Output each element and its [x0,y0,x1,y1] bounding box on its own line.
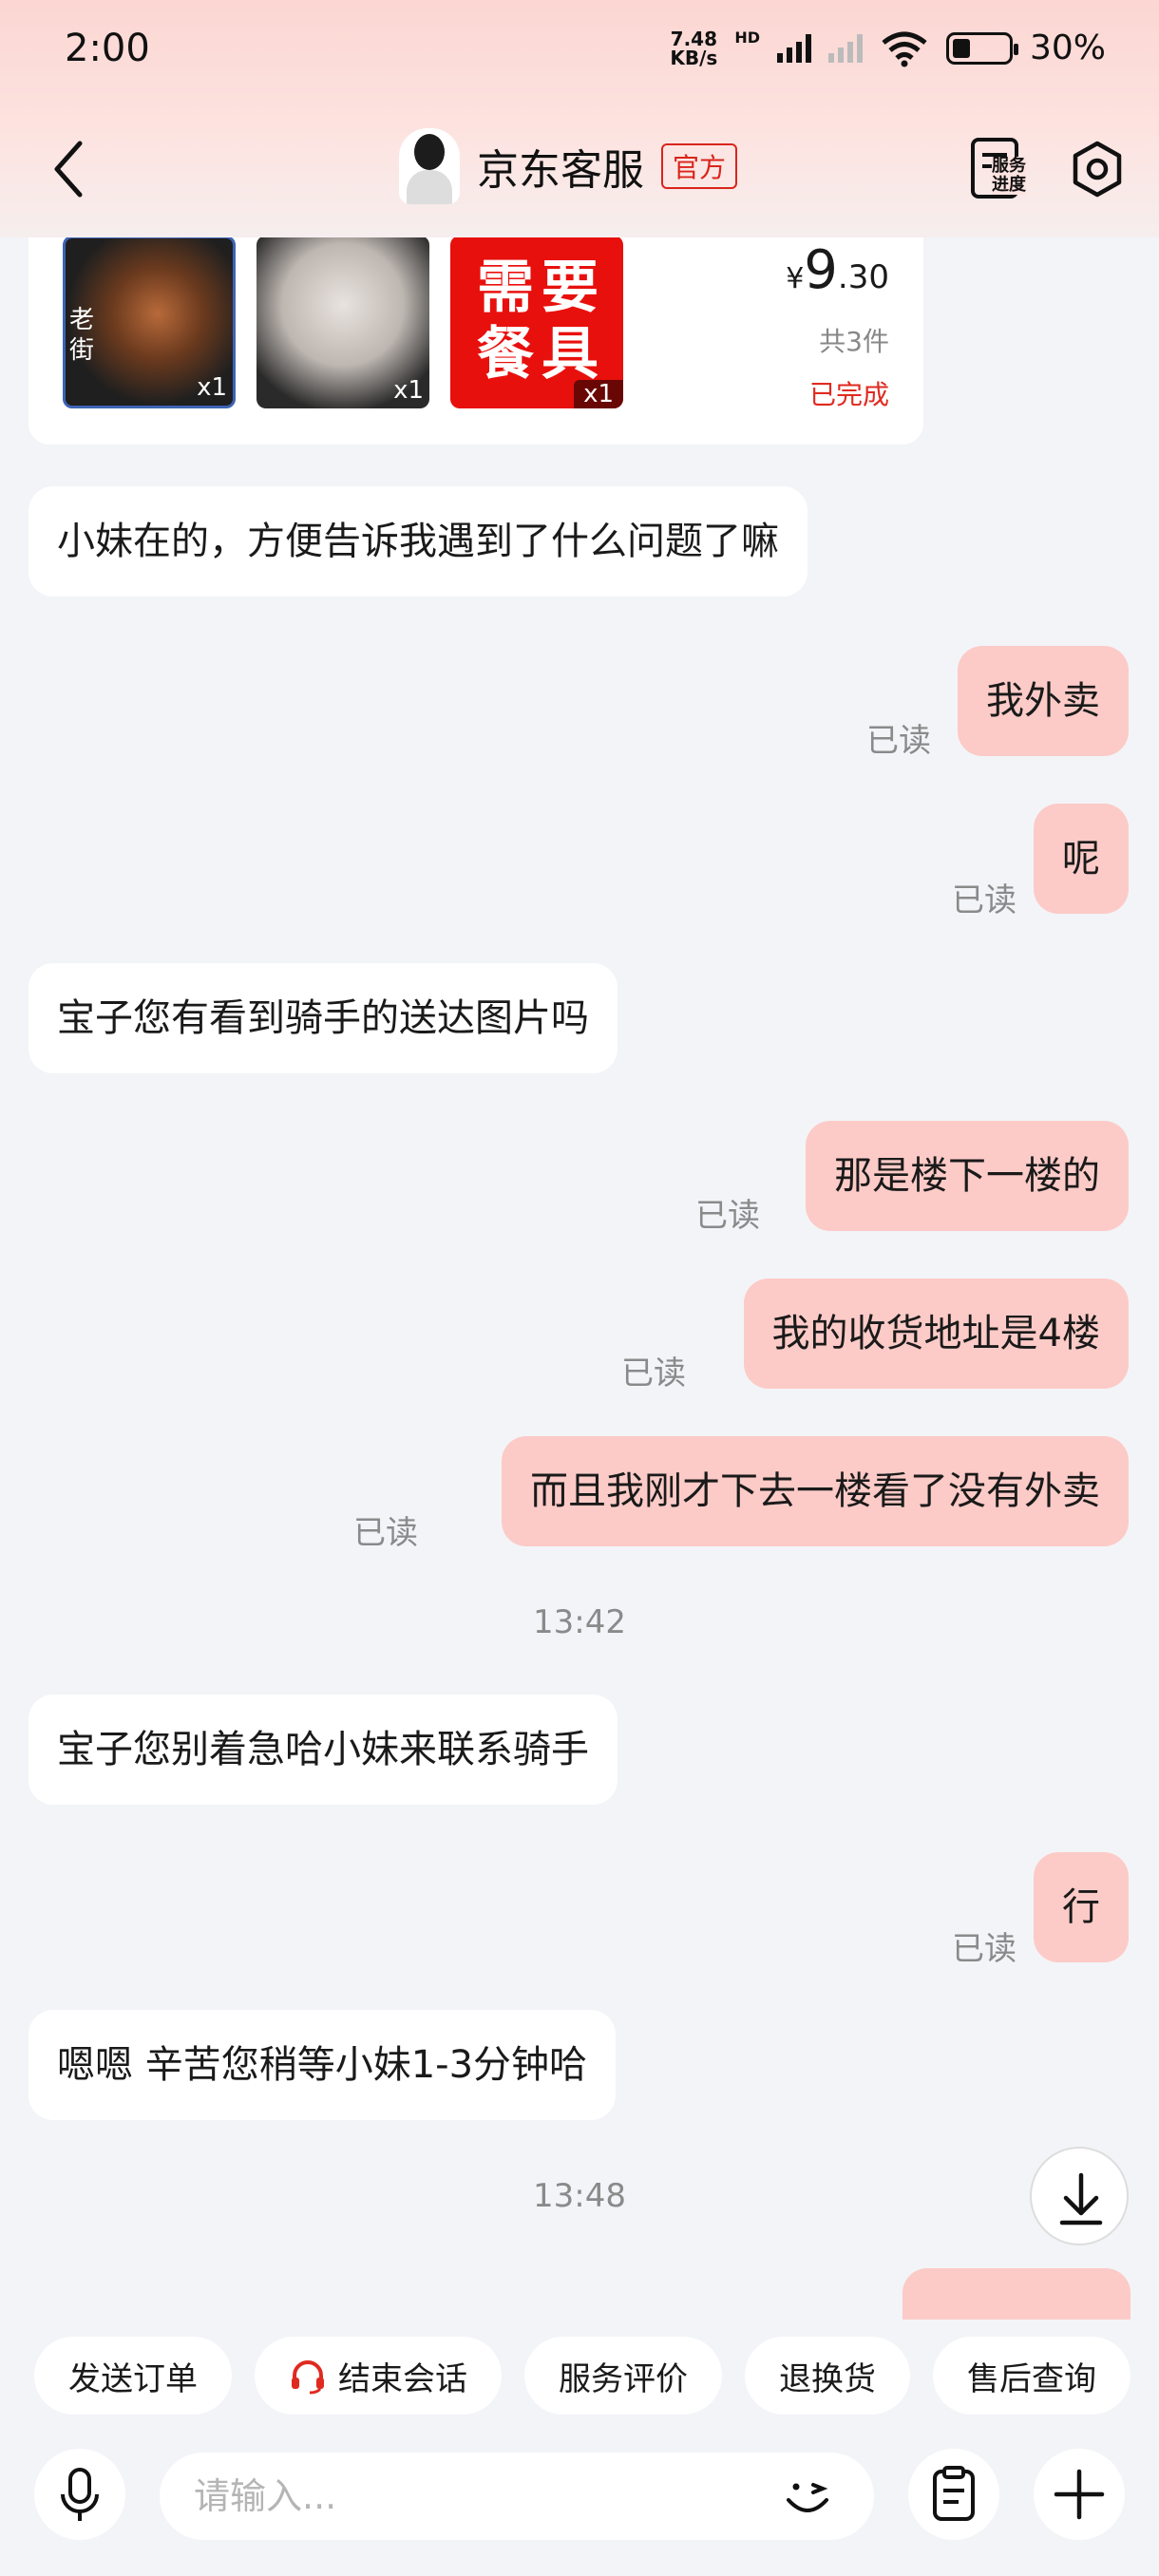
net-speed: 7.48 KB/s [670,27,718,69]
read-receipt: 已读 [695,1197,760,1235]
hd-label: HD [734,28,760,47]
send-order-button[interactable]: 发送订单 [34,2337,232,2415]
order-status: 已完成 [808,379,889,410]
wifi-icon [882,31,927,66]
product-thumb-2: x1 [256,236,429,408]
more-button[interactable] [1034,2449,1125,2540]
message-outgoing: 行 [1034,1852,1129,1962]
end-session-button[interactable]: 结束会话 [255,2337,502,2415]
message-incoming: 宝子您有看到骑手的送达图片吗 [28,963,618,1073]
clipboard-button[interactable] [908,2449,999,2540]
return-exchange-button[interactable]: 退换货 [745,2337,910,2415]
order-price: ¥9.30 [786,239,889,301]
read-receipt: 已读 [952,1930,1016,1968]
status-time: 2:00 [65,27,150,70]
microphone-icon [61,2468,99,2521]
message-input[interactable] [160,2453,874,2540]
battery-percent: 30% [1029,28,1106,67]
qty-label: x1 [574,380,623,408]
nav-bar: 京东客服 官方 服务 进度 [0,119,1159,218]
scroll-down-icon [1059,2172,1103,2226]
signal-icon [776,33,811,63]
message-outgoing: 我外卖 [958,646,1129,756]
read-receipt: 已读 [621,1354,686,1392]
message-outgoing: 那是楼下一楼的 [806,1121,1129,1231]
message-outgoing: 呢 [1034,804,1129,914]
message-outgoing: 我的收货地址是4楼 [743,1279,1129,1389]
header: 2:00 7.48 KB/s HD 30% 京东客服 官方 服务 进度 [0,0,1159,237]
voice-button[interactable] [34,2449,125,2540]
page-title: 京东客服 [477,146,644,195]
emoji-icon[interactable] [779,2468,836,2525]
after-sales-query-button[interactable]: 售后查询 [933,2337,1130,2415]
message-incoming: 小妹在的，方便告诉我遇到了什么问题了嘛 [28,486,808,597]
official-badge: 官方 [661,143,738,189]
scroll-down-button[interactable] [1030,2147,1129,2245]
qty-label: x1 [197,373,227,402]
product-thumb-1: 老街 x1 [63,236,236,408]
message-incoming: 宝子您别着急哈小妹来联系骑手 [28,1695,618,1805]
timestamp: 13:42 [533,1603,626,1641]
settings-icon[interactable] [1068,140,1127,199]
timestamp: 13:48 [533,2177,626,2215]
item-count: 共3件 [819,326,889,357]
qty-label: x1 [393,376,424,405]
status-bar: 2:00 7.48 KB/s HD 30% [0,0,1159,104]
signal-2-icon [827,33,863,63]
service-rating-button[interactable]: 服务评价 [524,2337,722,2415]
plus-icon [1054,2469,1105,2520]
read-receipt: 已读 [952,881,1016,919]
back-icon[interactable] [46,138,93,200]
input-bar [0,2434,1159,2576]
headset-icon [292,2360,324,2395]
message-outgoing-partial [902,2268,1130,2325]
service-progress-label: 服务 进度 [992,156,1026,195]
avatar [399,128,460,204]
read-receipt: 已读 [353,1514,418,1552]
clipboard-icon [933,2466,975,2521]
read-receipt: 已读 [866,722,931,760]
quick-actions: 发送订单 结束会话 服务评价 退换货 售后查询 [0,2320,1159,2434]
message-outgoing: 而且我刚才下去一楼看了没有外卖 [502,1436,1129,1546]
product-thumb-3: 需要 餐具 x1 [450,236,623,408]
battery-icon [945,31,1018,65]
message-incoming: 嗯嗯 辛苦您稍等小妹1-3分钟哈 [28,2010,617,2120]
